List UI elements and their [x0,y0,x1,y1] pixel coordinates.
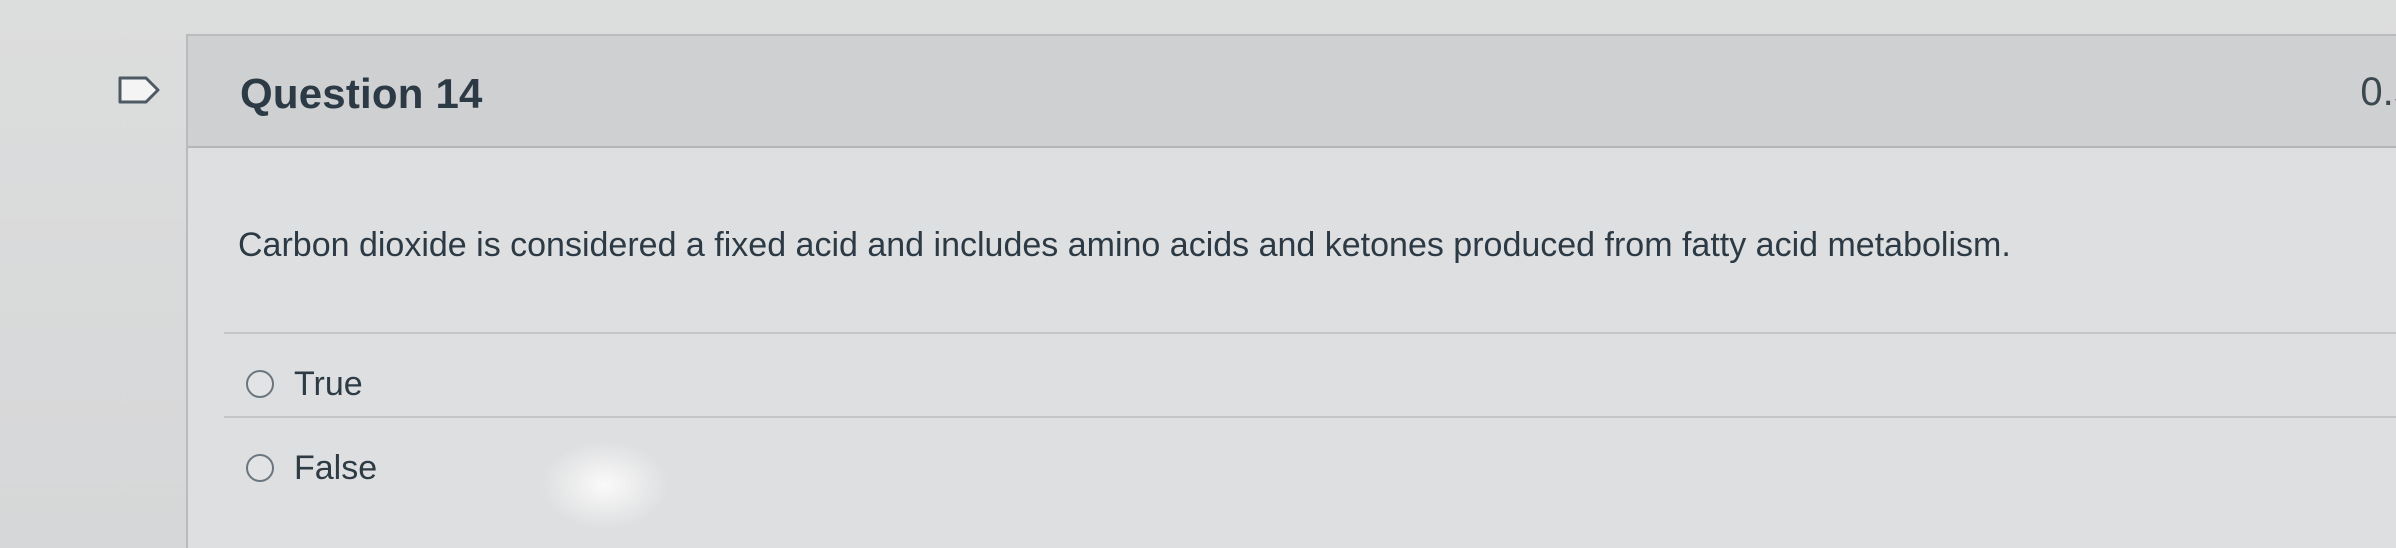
question-card: Question 14 0.5 Carbon dioxide is consid… [186,34,2396,548]
answer-divider-top [224,332,2396,334]
answer-option-true[interactable]: True [246,358,363,410]
question-title: Question 14 [240,70,483,117]
answer-divider-middle [224,416,2396,418]
radio-button-false[interactable] [246,454,274,482]
quiz-page: Question 14 0.5 Carbon dioxide is consid… [0,0,2396,548]
answer-option-false[interactable]: False [246,442,377,494]
question-header: Question 14 0.5 [188,36,2396,148]
answer-label-false: False [294,448,378,487]
question-text: Carbon dioxide is considered a fixed aci… [238,226,2011,264]
flag-question-icon[interactable] [118,76,160,104]
radio-button-true[interactable] [246,370,274,398]
answer-label-true: True [294,364,363,403]
question-points: 0.5 [2360,70,2396,114]
